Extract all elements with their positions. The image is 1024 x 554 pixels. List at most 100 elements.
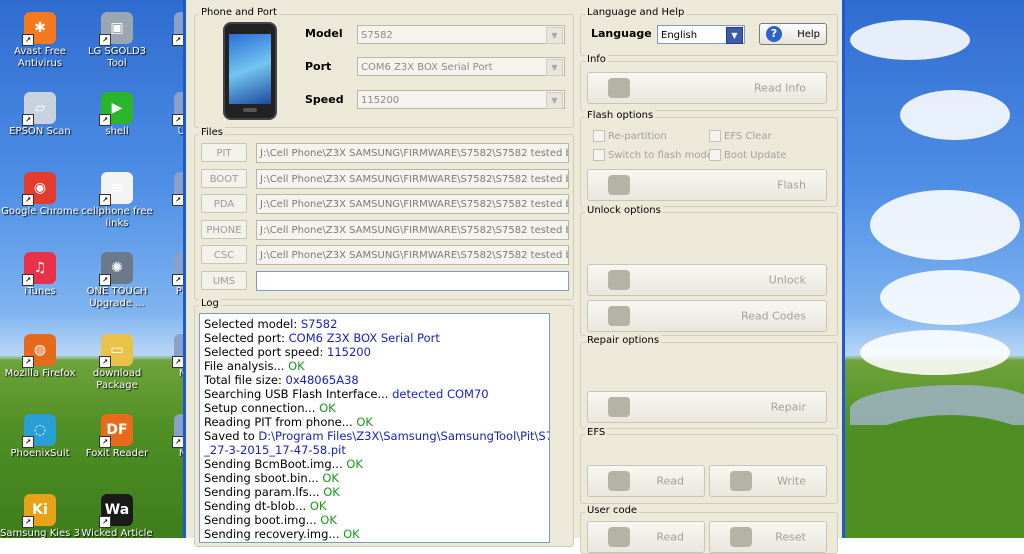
log-segment: Sending sboot.bin... <box>204 471 323 485</box>
desktop-icon[interactable]: ✺ ↗ ONE TOUCH Upgrade ... <box>77 252 157 310</box>
model-select[interactable]: S7582 ▼ <box>357 25 565 44</box>
log-segment: OK <box>323 485 340 499</box>
unlock-options-group: Unlock options Unlock Read Codes <box>580 205 838 336</box>
desktop-icon-label: Google Chrome <box>1 206 79 217</box>
chevron-down-icon[interactable]: ▼ <box>546 92 563 109</box>
desktop-icon[interactable]: ♫ ↗ iTunes <box>0 252 80 298</box>
read-info-label: Read Info <box>754 81 806 95</box>
file-ums-path[interactable] <box>256 271 569 291</box>
file-pda-button[interactable]: PDA <box>201 194 247 214</box>
flash-options-title: Flash options <box>585 110 656 121</box>
port-value: COM6 Z3X BOX Serial Port <box>361 62 493 73</box>
desktop-icon[interactable]: ◉ ↗ Google Chrome <box>0 172 80 218</box>
log-line: File analysis... OK <box>204 359 545 373</box>
desktop-icon[interactable]: ✱ ↗ Avast Free Antivirus <box>0 12 80 70</box>
file-pit-path[interactable]: J:\Cell Phone\Z3X SAMSUNG\FIRMWARE\S7582… <box>256 143 569 163</box>
chevron-down-icon[interactable]: ▼ <box>726 27 743 44</box>
shortcut-arrow-icon: ↗ <box>22 114 34 126</box>
info-title: Info <box>585 54 608 65</box>
file-csc-path[interactable]: J:\Cell Phone\Z3X SAMSUNG\FIRMWARE\S7582… <box>256 245 569 266</box>
desktop-icon[interactable]: DF ↗ Foxit Reader <box>77 414 157 460</box>
log-segment: Sending recovery.img... <box>204 527 344 541</box>
efs-title: EFS <box>585 427 608 438</box>
repair-options-group: Repair options Repair <box>580 335 838 429</box>
log-line: _27-3-2015_17-47-58.pit <box>204 443 545 457</box>
efs-write-label: Write <box>776 474 806 488</box>
app-icon: ✱ ↗ <box>22 12 56 46</box>
desktop-icon-label: shell <box>105 126 129 137</box>
flash-button[interactable]: Flash <box>587 169 827 201</box>
app-icon: ▣ ↗ <box>99 12 133 46</box>
user-code-reset-button[interactable]: Reset <box>709 521 827 553</box>
read-codes-label: Read Codes <box>740 309 806 323</box>
unlock-label: Unlock <box>768 273 806 287</box>
desktop-icon[interactable]: ◌ ↗ PhoenixSuit <box>0 414 80 460</box>
file-csc-button[interactable]: CSC <box>201 245 247 265</box>
cloud <box>860 330 1010 375</box>
file-boot-button[interactable]: BOOT <box>201 168 247 188</box>
file-phone-path[interactable]: J:\Cell Phone\Z3X SAMSUNG\FIRMWARE\S7582… <box>256 219 569 240</box>
app-icon: ◍ ↗ <box>22 334 56 368</box>
language-select[interactable]: English ▼ <box>657 25 745 44</box>
info-group: Info Read Info <box>580 54 838 111</box>
hill <box>820 415 1024 538</box>
chevron-down-icon[interactable]: ▼ <box>546 27 563 44</box>
help-button[interactable]: ? Help <box>759 23 827 45</box>
desktop-icon[interactable]: ◍ ↗ Mozilla Firefox <box>0 334 80 380</box>
desktop-icon[interactable]: ≡ ↗ cellphone free links <box>77 172 157 230</box>
boot-update-checkbox[interactable]: Boot Update <box>709 149 786 161</box>
desktop-icon-label: Wicked Article <box>81 528 153 538</box>
efs-read-button[interactable]: Read <box>587 465 705 497</box>
flash-options-group: Flash options Re-partition EFS Clear Swi… <box>580 110 838 207</box>
file-pit-button[interactable]: PIT <box>201 143 247 162</box>
repartition-checkbox[interactable]: Re-partition <box>593 130 667 142</box>
app-icon: ◌ ↗ <box>22 414 56 448</box>
desktop-icon-label: Mozilla Firefox <box>4 368 76 379</box>
app-icon: ≡ ↗ <box>99 172 133 206</box>
desktop-icon[interactable]: ▣ ↗ LG SGOLD3 Tool <box>77 12 157 70</box>
efs-group: EFS Read Write <box>580 427 838 504</box>
log-segment: OK <box>343 527 360 541</box>
chevron-down-icon[interactable]: ▼ <box>546 59 563 76</box>
desktop-icon[interactable]: Wa ↗ Wicked Article <box>77 494 157 538</box>
read-codes-button[interactable]: Read Codes <box>587 300 827 332</box>
desktop-icon-label: EPSON Scan <box>9 126 71 137</box>
shortcut-arrow-icon: ↗ <box>99 274 111 286</box>
shortcut-arrow-icon: ↗ <box>99 34 111 46</box>
read-info-button[interactable]: Read Info <box>587 72 827 104</box>
port-select[interactable]: COM6 Z3X BOX Serial Port ▼ <box>357 57 565 76</box>
desktop-icon-label: cellphone free links <box>81 206 153 229</box>
file-boot-path[interactable]: J:\Cell Phone\Z3X SAMSUNG\FIRMWARE\S7582… <box>256 168 569 189</box>
desktop-icon[interactable]: ▶ ↗ shell <box>77 92 157 138</box>
log-segment: D:\Program Files\Z3X\Samsung\SamsungTool… <box>258 429 550 443</box>
app-icon: Wa ↗ <box>99 494 133 528</box>
desktop-icon[interactable]: Ki ↗ Samsung Kies 3 <box>0 494 80 538</box>
switch-flash-checkbox[interactable]: Switch to flash mode <box>593 149 713 161</box>
user-code-read-icon <box>608 527 630 547</box>
efs-read-icon <box>608 471 630 491</box>
log-segment: Selected model: <box>204 317 301 331</box>
efs-clear-label: EFS Clear <box>724 131 772 142</box>
log-title: Log <box>199 298 221 309</box>
efs-write-button[interactable]: Write <box>709 465 827 497</box>
user-code-read-button[interactable]: Read <box>587 521 705 553</box>
repair-button[interactable]: Repair <box>587 391 827 423</box>
log-line: Sending dt-blob... OK <box>204 499 545 513</box>
file-phone-button[interactable]: PHONE <box>201 219 247 239</box>
log-output[interactable]: Selected model: S7582 Selected port: COM6… <box>199 313 550 543</box>
unlock-options-title: Unlock options <box>585 205 663 216</box>
shortcut-arrow-icon: ↗ <box>22 194 34 206</box>
unlock-button[interactable]: Unlock <box>587 264 827 296</box>
shortcut-arrow-icon: ↗ <box>99 436 111 448</box>
app-icon: ✺ ↗ <box>99 252 133 286</box>
file-ums-button[interactable]: UMS <box>201 271 247 290</box>
desktop-icon[interactable]: ▱ ↗ EPSON Scan <box>0 92 80 138</box>
log-segment: OK <box>309 499 327 513</box>
log-segment: OK <box>356 415 373 429</box>
log-segment: File analysis... <box>204 359 289 373</box>
desktop-icon[interactable]: ▭ ↗ download Package <box>77 334 157 392</box>
speed-select[interactable]: 115200 ▼ <box>357 90 565 109</box>
shortcut-arrow-icon: ↗ <box>99 194 111 206</box>
efs-clear-checkbox[interactable]: EFS Clear <box>709 130 772 142</box>
file-pda-path[interactable]: J:\Cell Phone\Z3X SAMSUNG\FIRMWARE\S7582… <box>256 194 569 215</box>
